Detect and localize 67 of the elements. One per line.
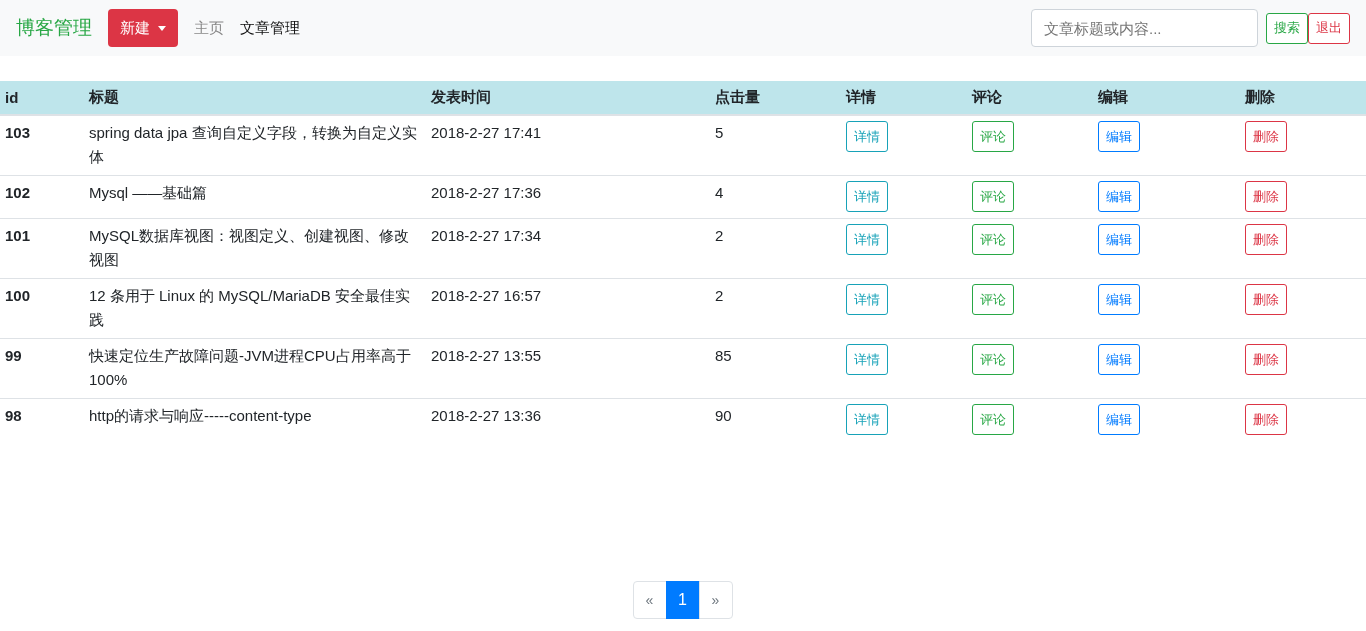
action-button[interactable]: 评论 — [972, 224, 1014, 255]
action-button[interactable]: 编辑 — [1098, 404, 1140, 435]
action-button[interactable]: 删除 — [1245, 404, 1287, 435]
action-button[interactable]: 编辑 — [1098, 344, 1140, 375]
column-header: 发表时间 — [431, 88, 491, 105]
table-cell: 2018-2-27 17:36 — [431, 184, 542, 201]
action-button[interactable]: 评论 — [972, 121, 1014, 152]
column-header: id — [5, 89, 19, 106]
brand-title[interactable]: 博客管理 — [16, 15, 92, 41]
action-button[interactable]: 评论 — [972, 284, 1014, 315]
table-cell: spring data jpa 查询自定义字段，转换为自定义实体 — [89, 124, 417, 165]
table-cell: http的请求与响应-----content-type — [89, 407, 312, 424]
table-cell: 90 — [715, 407, 732, 424]
table-cell: 2018-2-27 13:36 — [431, 407, 542, 424]
action-button[interactable]: 详情 — [846, 404, 888, 435]
column-header: 删除 — [1245, 88, 1275, 105]
new-dropdown-button[interactable]: 新建 — [108, 9, 178, 47]
action-button[interactable]: 编辑 — [1098, 121, 1140, 152]
table-cell: 85 — [715, 347, 732, 364]
table-cell: 2018-2-27 13:55 — [431, 347, 542, 364]
page-button[interactable]: » — [698, 581, 733, 619]
page-button[interactable]: « — [632, 581, 667, 619]
action-button[interactable]: 评论 — [972, 344, 1014, 375]
table-cell: 2 — [715, 287, 724, 304]
action-button[interactable]: 删除 — [1245, 181, 1287, 212]
table-cell: 2018-2-27 17:34 — [431, 227, 542, 244]
table-cell: 12 条用于 Linux 的 MySQL/MariaDB 安全最佳实践 — [89, 287, 410, 328]
table-cell: Mysql ——基础篇 — [89, 184, 208, 201]
table-cell: 4 — [715, 184, 724, 201]
table-cell: 103 — [5, 124, 31, 141]
table-cell: 102 — [5, 184, 31, 201]
action-button[interactable]: 详情 — [846, 181, 888, 212]
action-button[interactable]: 评论 — [972, 404, 1014, 435]
table-cell: 快速定位生产故障问题-JVM进程CPU占用率高于100% — [89, 347, 411, 388]
table-cell: 5 — [715, 124, 724, 141]
column-header: 点击量 — [715, 88, 760, 105]
search-field[interactable]: 文章标题或内容... — [1031, 9, 1258, 47]
action-button[interactable]: 删除 — [1245, 121, 1287, 152]
caret-icon — [158, 25, 166, 31]
column-header: 编辑 — [1098, 88, 1128, 105]
table-cell: 100 — [5, 287, 31, 304]
column-header: 详情 — [846, 88, 876, 105]
table-cell: 2 — [715, 227, 724, 244]
page-button[interactable]: 1 — [665, 581, 700, 619]
action-button[interactable]: 详情 — [846, 344, 888, 375]
table-cell: 98 — [5, 407, 22, 424]
table-cell: 2018-2-27 17:41 — [431, 124, 542, 141]
column-header: 标题 — [89, 88, 119, 105]
action-button[interactable]: 删除 — [1245, 344, 1287, 375]
action-button[interactable]: 删除 — [1245, 224, 1287, 255]
action-button[interactable]: 评论 — [972, 181, 1014, 212]
nav-link[interactable]: 文章管理 — [232, 18, 308, 38]
action-button[interactable]: 编辑 — [1098, 224, 1140, 255]
action-button[interactable]: 编辑 — [1098, 284, 1140, 315]
table-cell: 2018-2-27 16:57 — [431, 287, 542, 304]
table-cell: 101 — [5, 227, 31, 244]
nav-link[interactable]: 主页 — [186, 18, 232, 38]
action-button[interactable]: 详情 — [846, 224, 888, 255]
table-cell: 99 — [5, 347, 22, 364]
action-button[interactable]: 详情 — [846, 284, 888, 315]
action-button[interactable]: 删除 — [1245, 284, 1287, 315]
search-button[interactable]: 搜索 — [1266, 12, 1308, 44]
action-button[interactable]: 详情 — [846, 121, 888, 152]
logout-button[interactable]: 退出 — [1308, 12, 1350, 44]
action-button[interactable]: 编辑 — [1098, 181, 1140, 212]
column-header: 评论 — [972, 88, 1002, 105]
table-cell: MySQL数据库视图：视图定义、创建视图、修改视图 — [89, 227, 409, 268]
